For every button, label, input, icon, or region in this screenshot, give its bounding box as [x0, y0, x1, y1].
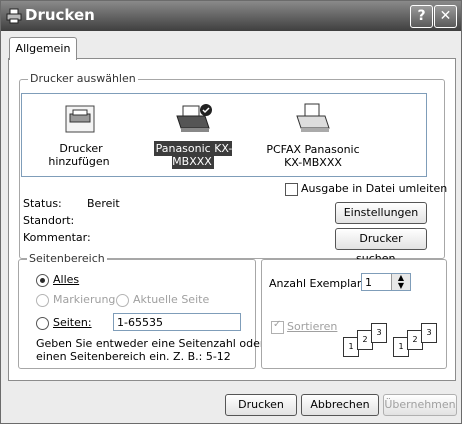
pages-input[interactable]: 1-65535 [113, 313, 241, 331]
status-value: Bereit [87, 197, 120, 210]
find-printer-button[interactable]: Drucker suchen... [335, 228, 427, 265]
close-button[interactable]: ✕ [434, 5, 457, 28]
status-label: Status: [23, 197, 62, 210]
radio-pages[interactable] [36, 317, 49, 330]
collate-checkbox[interactable]: ✓ [271, 319, 284, 334]
radio-pages-label: Seiten: [53, 316, 92, 329]
radio-current-page[interactable] [116, 294, 129, 307]
location-label: Standort: [23, 214, 75, 227]
help-button[interactable]: ? [410, 5, 433, 28]
print-button[interactable]: Drucken [225, 394, 297, 416]
printer-group-legend: Drucker auswählen [28, 72, 138, 85]
settings-button[interactable]: Einstellungen [335, 202, 427, 224]
printer-list[interactable]: Drucker hinzufügen Panasonic KX-MBXXX PC… [21, 93, 427, 177]
add-printer-icon [65, 105, 95, 133]
print-to-file-label: Ausgabe in Datei umleiten [301, 182, 448, 195]
comment-label: Kommentar: [23, 231, 91, 244]
printer-label: Panasonic KX-MBXXX [153, 141, 233, 169]
print-to-file-checkbox[interactable] [285, 183, 298, 196]
print-dialog: Drucken ? ✕ Allgemein Drucker auswählen … [0, 0, 462, 424]
printer-item-panasonic[interactable]: Panasonic KX-MBXXX [138, 102, 248, 169]
printer-item-add[interactable]: Drucker hinzufügen [30, 102, 130, 168]
page-range-hint-2: einen Seitenbereich ein. Z. B.: 5-12 [36, 350, 231, 363]
printer-title-icon [6, 8, 22, 24]
collate-page: 3 [371, 323, 387, 343]
radio-all[interactable] [36, 274, 49, 287]
printer-label: Drucker hinzufügen [48, 142, 110, 168]
radio-all-label: Alles [53, 273, 80, 286]
radio-selection[interactable] [36, 294, 49, 307]
cancel-button[interactable]: Abbrechen [301, 394, 379, 416]
copies-label: Anzahl Exemplare: [269, 277, 372, 290]
printer-item-pcfax[interactable]: PCFAX Panasonic KX-MBXXX [258, 102, 368, 170]
collate-page: 3 [421, 323, 437, 343]
window-title: Drucken [25, 6, 95, 24]
printer-label: PCFAX Panasonic KX-MBXXX [266, 143, 360, 169]
radio-selection-label: Markierung [53, 293, 116, 306]
page-range-hint-1: Geben Sie entweder eine Seitenzahl oder [36, 337, 265, 350]
radio-current-page-label: Aktuelle Seite [133, 293, 210, 306]
printer-icon [176, 104, 212, 132]
page-range-legend: Seitenbereich [27, 252, 107, 265]
copies-stepper[interactable]: ▲ ▼ [391, 274, 410, 290]
tab-allgemein[interactable]: Allgemein [9, 37, 77, 60]
fax-printer-icon [296, 103, 330, 132]
title-bar: Drucken ? ✕ [1, 1, 461, 31]
apply-button[interactable]: Übernehmen [383, 394, 457, 416]
collate-label: Sortieren [287, 320, 338, 333]
